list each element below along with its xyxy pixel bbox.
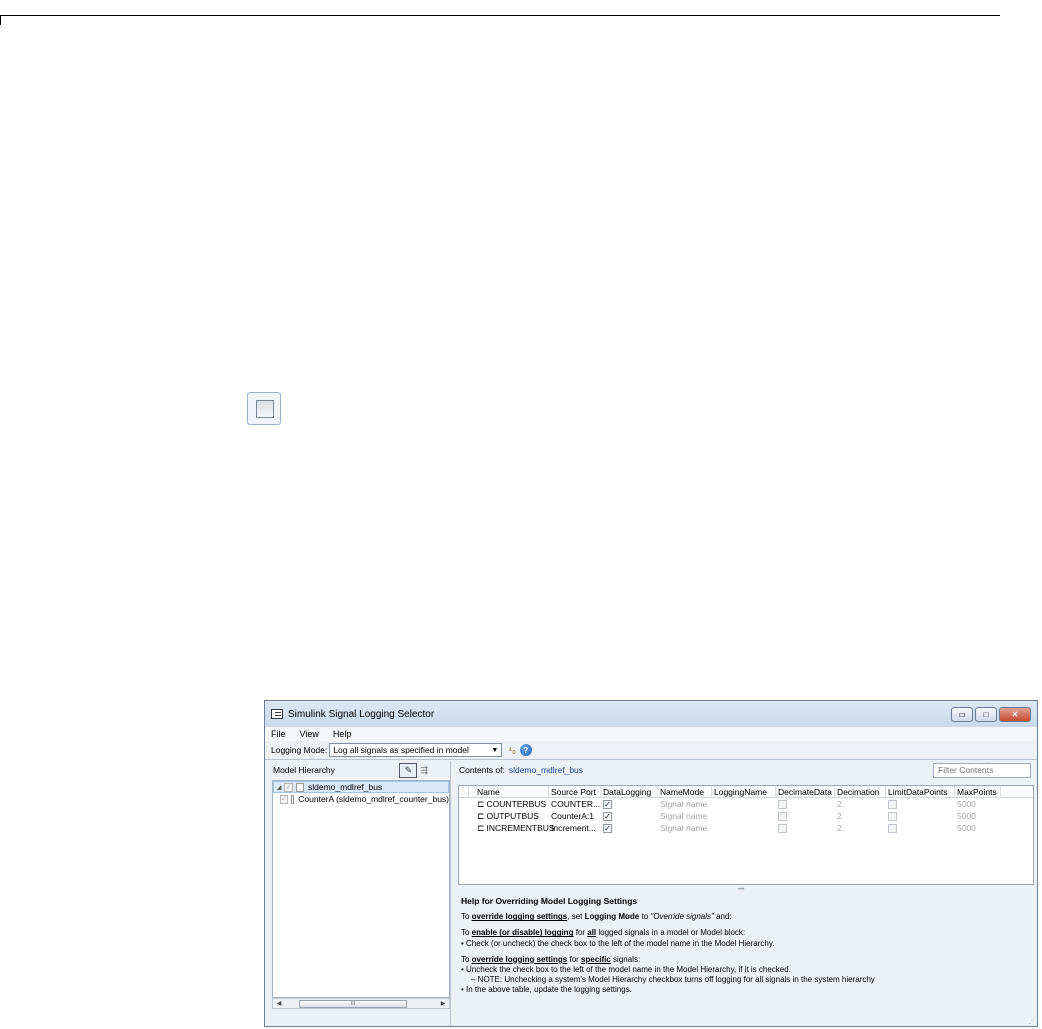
- menu-help[interactable]: Help: [333, 729, 352, 739]
- max-points[interactable]: 5000: [955, 811, 1001, 821]
- data-logging-checkbox[interactable]: ✓: [603, 824, 612, 834]
- max-points[interactable]: 5000: [955, 799, 1001, 809]
- scroll-left-icon[interactable]: ◀: [273, 1000, 285, 1007]
- minimize-button[interactable]: ▭: [951, 706, 973, 722]
- column-name[interactable]: Name: [469, 785, 549, 798]
- help-icon[interactable]: ?: [519, 744, 532, 756]
- column-max-points[interactable]: MaxPoints: [955, 785, 1001, 798]
- maximize-button[interactable]: □: [975, 706, 997, 722]
- decimation[interactable]: 2: [835, 823, 886, 833]
- contents-panel: Contents of: sldemo_mdlref_bus Name Sour…: [455, 761, 1037, 1026]
- help-line: • Check (or uncheck) the check box to th…: [461, 938, 775, 948]
- checkbox-icon: [247, 392, 281, 425]
- bus-signal-icon: ⊏: [477, 822, 485, 833]
- decimation[interactable]: 2: [835, 811, 886, 821]
- window-title: Simulink Signal Logging Selector: [288, 708, 435, 720]
- bus-signal-icon: ⊏: [477, 798, 485, 809]
- model-hierarchy-tree: ◢ ✓ sldemo_mdlref_bus ✓ CounterA (sldemo…: [272, 780, 450, 998]
- tree-item-child[interactable]: ✓ CounterA (sldemo_mdlref_counter_bus): [273, 793, 449, 805]
- source-port: COUNTER...: [551, 799, 601, 809]
- model-reference-icon: [290, 794, 295, 804]
- close-button[interactable]: ✕: [999, 706, 1031, 722]
- limit-data-points-checkbox[interactable]: [888, 800, 897, 810]
- help-line: To override logging settings, set Loggin…: [461, 912, 732, 922]
- menu-file[interactable]: File: [271, 729, 286, 739]
- filter-contents-input[interactable]: [933, 762, 1031, 778]
- expand-triangle-icon[interactable]: ◢: [274, 784, 284, 791]
- help-title: Help for Overriding Model Logging Settin…: [461, 896, 638, 906]
- model-icon: [296, 782, 304, 792]
- table-row[interactable]: ⊏ COUNTERBUS COUNTER... ✓ Signal name 2 5…: [459, 798, 1033, 810]
- limit-data-points-checkbox[interactable]: [888, 812, 897, 822]
- help-line: • Uncheck the check box to the left of t…: [461, 965, 791, 975]
- tree-item-checkbox[interactable]: ✓: [284, 782, 293, 792]
- page-top-rule: [0, 15, 1000, 16]
- tree-item-label: sldemo_mdlref_bus: [308, 782, 383, 792]
- horizontal-scrollbar[interactable]: ◀ III ▶: [272, 998, 450, 1009]
- max-points[interactable]: 5000: [955, 823, 1001, 833]
- limit-data-points-checkbox[interactable]: [888, 824, 897, 834]
- column-logging-name[interactable]: LoggingName: [712, 785, 776, 798]
- model-hierarchy-header: Model Hierarchy ✎ ⇶: [265, 761, 450, 779]
- column-name-mode[interactable]: NameMode: [658, 785, 712, 798]
- signal-logging-selector-window: Simulink Signal Logging Selector ▭ □ ✕ F…: [264, 700, 1038, 1027]
- data-logging-checkbox[interactable]: ✓: [603, 812, 612, 822]
- splitter-handle[interactable]: •••••: [738, 887, 744, 893]
- tree-item-checkbox[interactable]: ✓: [279, 794, 288, 804]
- source-port: CounterA:1: [551, 811, 594, 821]
- help-text: Help for Overriding Model Logging Settin…: [461, 896, 1031, 996]
- column-source-port[interactable]: Source Port: [549, 785, 601, 798]
- help-line: To override logging settings for specifi…: [461, 954, 641, 964]
- dropdown-arrow-icon: ▼: [491, 746, 499, 754]
- column-data-logging[interactable]: DataLogging: [601, 785, 658, 798]
- help-line: – NOTE: Unchecking a system's Model Hier…: [471, 975, 875, 985]
- name-mode[interactable]: Signal name: [658, 811, 712, 821]
- toolbar: Logging Mode: Log all signals as specifi…: [265, 741, 1037, 760]
- decimation[interactable]: 2: [835, 799, 886, 809]
- table-header: Name Source Port DataLogging NameMode Lo…: [459, 785, 1033, 798]
- tree-item-label: CounterA (sldemo_mdlref_counter_bus): [298, 794, 449, 804]
- contents-model-name: sldemo_mdlref_bus: [508, 765, 584, 775]
- source-port: Increment...: [551, 823, 596, 833]
- column-limit-data-points[interactable]: LimitDataPoints: [886, 785, 955, 798]
- scroll-right-icon[interactable]: ▶: [437, 1000, 449, 1007]
- tree-item-root[interactable]: ◢ ✓ sldemo_mdlref_bus: [273, 781, 449, 793]
- table-row[interactable]: ⊏ OUTPUTBUS CounterA:1 ✓ Signal name 2 50…: [459, 810, 1033, 822]
- logging-mode-label: Logging Mode:: [271, 745, 328, 755]
- resize-grip-icon[interactable]: ⋰: [1029, 1018, 1035, 1025]
- decimate-data-checkbox[interactable]: [778, 812, 787, 822]
- help-line: • In the above table, update the logging…: [461, 985, 632, 995]
- highlight-signal-icon[interactable]: ⁴₀: [508, 745, 516, 755]
- menu-bar: File View Help: [265, 727, 1037, 741]
- data-logging-checkbox[interactable]: ✓: [603, 800, 612, 810]
- expand-tree-icon[interactable]: ⇶: [420, 765, 428, 776]
- signal-name: OUTPUTBUS: [486, 810, 539, 821]
- decimate-data-checkbox[interactable]: [778, 800, 787, 810]
- column-decimation[interactable]: Decimation: [835, 785, 886, 798]
- bus-signal-icon: ⊏: [477, 810, 485, 821]
- title-bar: Simulink Signal Logging Selector ▭ □ ✕: [265, 701, 1037, 727]
- help-line: To enable (or disable) logging for all l…: [461, 928, 746, 938]
- table-row[interactable]: ⊏ INCREMENTBUS Increment... ✓ Signal name…: [459, 822, 1033, 834]
- signal-name: COUNTERBUS: [486, 798, 547, 809]
- scroll-thumb[interactable]: III: [299, 999, 407, 1008]
- page-top-tick: [0, 15, 1, 25]
- menu-view[interactable]: View: [300, 729, 319, 739]
- logging-mode-value: Log all signals as specified in model: [333, 745, 469, 755]
- name-mode[interactable]: Signal name: [658, 799, 712, 809]
- column-decimate-data[interactable]: DecimateData: [776, 785, 835, 798]
- decimate-data-checkbox[interactable]: [778, 824, 787, 834]
- app-icon: [271, 709, 283, 719]
- model-hierarchy-title: Model Hierarchy: [273, 765, 335, 775]
- column-spacer: [459, 785, 469, 798]
- model-hierarchy-panel: Model Hierarchy ✎ ⇶ ◢ ✓ sldemo_mdlref_bu…: [265, 761, 451, 1026]
- contents-label: Contents of:: [459, 765, 505, 775]
- contents-header: Contents of: sldemo_mdlref_bus: [455, 761, 1037, 779]
- signal-name: INCREMENTBUS: [486, 822, 555, 833]
- signal-table: Name Source Port DataLogging NameMode Lo…: [458, 785, 1034, 885]
- window-controls: ▭ □ ✕: [949, 706, 1031, 722]
- logging-mode-select[interactable]: Log all signals as specified in model ▼: [329, 743, 503, 757]
- name-mode[interactable]: Signal name: [658, 823, 712, 833]
- show-all-icon[interactable]: ✎: [399, 762, 418, 778]
